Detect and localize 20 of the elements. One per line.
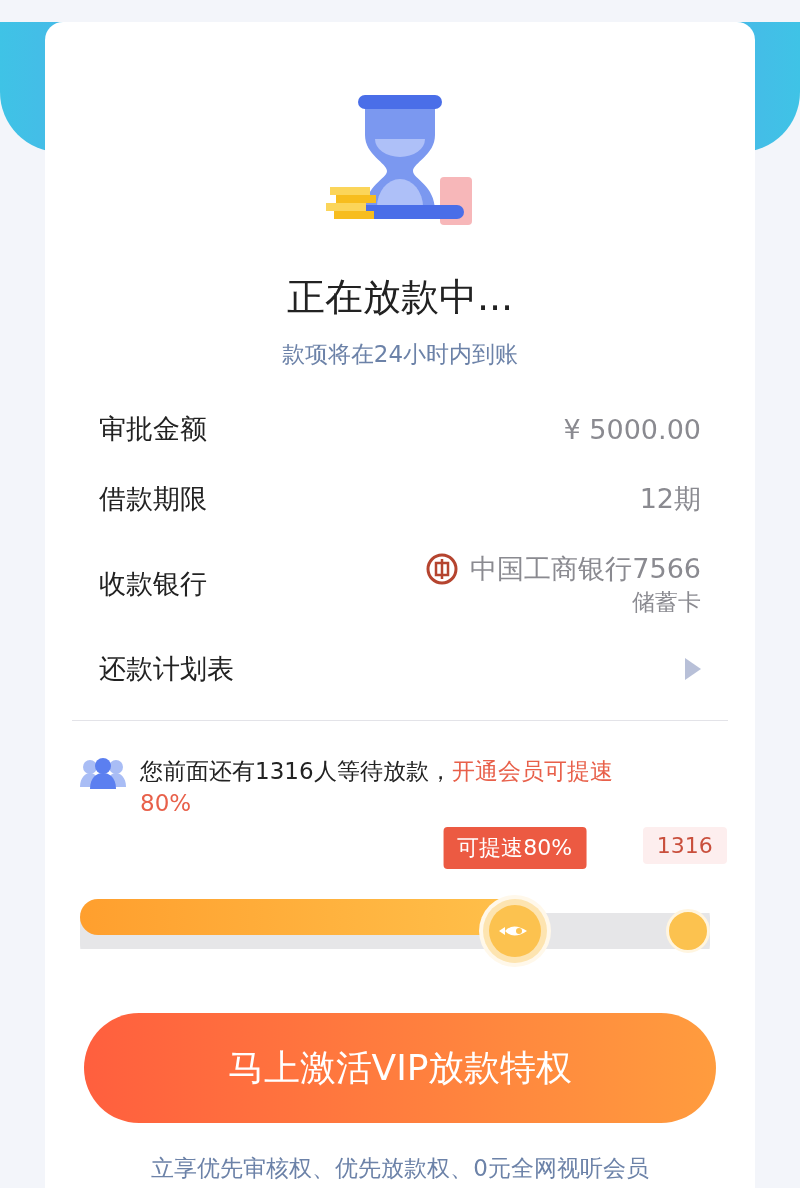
detail-value: 12期 bbox=[639, 482, 701, 516]
detail-label: 还款计划表 bbox=[99, 652, 234, 686]
benefits-text: 立享优先审核权、优先放款权、0元全网视听会员 bbox=[150, 1154, 650, 1183]
card-type: 储蓄卡 bbox=[632, 587, 701, 617]
detail-label: 借款期限 bbox=[99, 482, 207, 516]
speedup-tooltip: 可提速80% bbox=[443, 827, 587, 869]
detail-value: ¥ 5000.00 bbox=[563, 413, 701, 445]
detail-label: 收款银行 bbox=[99, 567, 207, 601]
count-tooltip: 1316 bbox=[642, 827, 727, 864]
repayment-plan-row[interactable]: 还款计划表 bbox=[99, 634, 701, 704]
end-marker bbox=[666, 909, 710, 953]
chevron-right-icon bbox=[685, 658, 701, 680]
bank-logo-icon bbox=[426, 552, 459, 585]
status-title: 正在放款中... bbox=[285, 274, 515, 321]
progress-slider[interactable] bbox=[80, 899, 710, 963]
bank-name: 中国工商银行7566 bbox=[470, 551, 701, 586]
status-subtitle: 款项将在24小时内到账 bbox=[280, 340, 520, 369]
detail-label: 审批金额 bbox=[99, 412, 207, 446]
people-icon bbox=[80, 755, 126, 791]
queue-notice: 您前面还有1316人等待放款，开通会员可提速80% bbox=[140, 757, 614, 818]
